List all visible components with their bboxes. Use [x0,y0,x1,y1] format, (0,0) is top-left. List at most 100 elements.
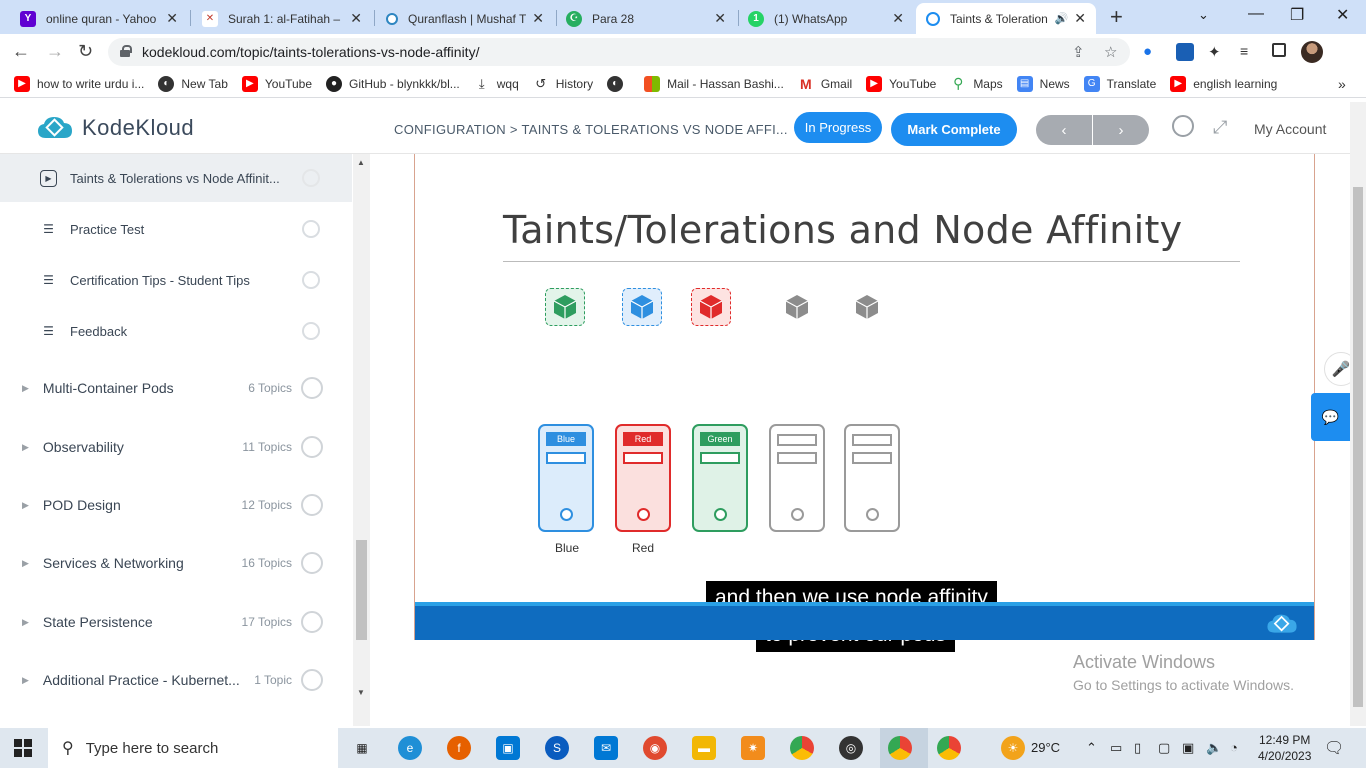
download-extension-icon[interactable] [1176,43,1194,61]
my-account-link[interactable]: My Account [1254,121,1326,137]
bookmark-item[interactable]: ▶ YouTube [241,75,312,92]
volume-icon[interactable]: 🔈 [1206,740,1222,756]
kodekloud-logo[interactable]: KodeKloud [36,114,194,142]
app-icon[interactable]: ◉ [643,736,667,760]
completion-circle[interactable] [302,322,320,340]
chat-icon[interactable]: 💬 [1311,393,1350,441]
fullscreen-icon[interactable]: ⤢ [1213,117,1227,138]
sidebar-scroll-thumb[interactable] [356,540,367,640]
more-bookmarks-icon[interactable]: » [1338,76,1346,92]
weather-icon[interactable]: ☀ [1001,736,1025,760]
tray-app-icon[interactable]: ▢ [1158,740,1170,756]
bookmark-item[interactable]: ▶ english learning [1170,75,1277,92]
profile-avatar[interactable] [1301,41,1323,63]
bookmark-item[interactable]: ↺ History [533,76,593,92]
lesson-item[interactable]: ☰ Practice Test [0,205,352,253]
forward-icon[interactable]: → [46,41,64,62]
taskbar-search-box[interactable]: ⚲ Type here to search [48,728,338,768]
sidebar-scrollbar[interactable]: ▲ ▼ [353,154,370,726]
skype-icon[interactable]: S [545,736,569,760]
section-item[interactable]: ▶ Multi-Container Pods 6 Topics [0,359,352,417]
camera-app-icon[interactable]: ◎ [839,736,863,760]
tab-search-icon[interactable]: ⌄ [1198,7,1209,23]
lesson-item[interactable]: ☰ Feedback [0,307,352,355]
tray-app-icon[interactable]: ▣ [1182,740,1194,756]
tab-para[interactable]: ☪ Para 28 ✕ [556,3,736,34]
tab-whatsapp[interactable]: 1 (1) WhatsApp ✕ [738,3,914,34]
bookmark-item[interactable]: ⤓ wqq [474,76,519,92]
section-item[interactable]: ▶ POD Design 12 Topics [0,476,352,534]
bookmark-item[interactable]: Mail - Hassan Bashi... [644,75,784,92]
reload-icon[interactable]: ↻ [78,41,93,62]
section-item[interactable]: ▶ Services & Networking 16 Topics [0,534,352,592]
dark-mode-icon[interactable] [1172,115,1194,137]
close-icon[interactable]: ✕ [892,10,904,27]
new-tab-button[interactable]: + [1110,4,1123,30]
weather-temperature[interactable]: 29°C [1031,740,1060,755]
close-icon[interactable]: ✕ [166,10,178,27]
bookmark-item[interactable]: ◐ New Tab [158,75,228,92]
breadcrumb[interactable]: CONFIGURATION > TAINTS & TOLERATIONS VS … [394,122,788,137]
back-icon[interactable]: ← [12,41,30,62]
tab-surah[interactable]: ✕ Surah 1: al-Fatihah – C ✕ [192,3,372,34]
bookmark-item[interactable]: M Gmail [798,76,852,92]
puzzle-icon[interactable]: ✦ [1208,43,1226,61]
bookmark-item[interactable]: ⚲ Maps [950,75,1002,92]
next-topic-button[interactable]: › [1093,115,1149,145]
file-explorer-icon[interactable]: ▬ [692,736,716,760]
page-scroll-thumb[interactable] [1353,187,1363,707]
close-icon[interactable]: ✕ [350,10,362,27]
close-icon[interactable]: ✕ [532,10,544,27]
scroll-up-icon[interactable]: ▲ [357,158,365,167]
reading-list-icon[interactable]: ≡ [1240,43,1258,61]
scroll-down-icon[interactable]: ▼ [357,688,365,697]
chrome-icon[interactable] [888,736,912,760]
tray-app-icon[interactable]: ▯ [1134,740,1141,756]
previous-topic-button[interactable]: ‹ [1036,115,1092,145]
windows-start-icon[interactable] [14,739,32,757]
tab-kodekloud[interactable]: Taints & Toleration 🔊 ✕ [916,3,1096,34]
page-scrollbar[interactable] [1350,102,1366,726]
tab-yahoo[interactable]: Y online quran - Yahoo S ✕ [10,3,188,34]
chrome-icon[interactable] [790,736,814,760]
bookmark-item[interactable]: ▶ YouTube [866,75,936,92]
lesson-item[interactable]: ▶ Taints & Tolerations vs Node Affinit..… [0,154,352,202]
side-panel-icon[interactable] [1272,43,1286,57]
speaker-icon[interactable]: 🔊 [1055,12,1069,25]
wifi-icon[interactable]: ◔ [1230,740,1238,755]
minimize-button[interactable]: — [1248,5,1264,23]
completion-circle[interactable] [302,271,320,289]
chrome-profile-icon[interactable] [937,736,961,760]
bookmark-item[interactable]: ▤ News [1016,75,1070,92]
restore-button[interactable]: ❐ [1290,5,1304,25]
mail-icon[interactable]: ✉ [594,736,618,760]
video-player[interactable]: Taints/Tolerations and Node Affinity Blu… [414,154,1315,652]
mark-complete-button[interactable]: Mark Complete [891,113,1017,146]
lesson-item[interactable]: ☰ Certification Tips - Student Tips [0,256,352,304]
tray-overflow-icon[interactable]: ⌃ [1086,740,1097,756]
close-window-button[interactable]: ✕ [1336,5,1349,25]
tab-quranflash[interactable]: Quranflash | Mushaf T ✕ [376,3,554,34]
close-icon[interactable]: ✕ [1074,10,1086,27]
microphone-extension-icon[interactable]: ● [1143,43,1161,61]
network-icon[interactable]: ▭ [1110,740,1122,756]
settings-app-icon[interactable]: ✷ [741,736,765,760]
bookmark-star-icon[interactable]: ☆ [1104,43,1117,61]
share-icon[interactable]: ⇪ [1072,43,1085,61]
completion-circle[interactable] [302,169,320,187]
section-item[interactable]: ▶ Observability 11 Topics [0,418,352,476]
task-view-icon[interactable]: ▦ [350,736,374,760]
firefox-icon[interactable]: f [447,736,471,760]
bookmark-item[interactable]: ▶ how to write urdu i... [14,75,144,92]
bookmark-item[interactable]: G Translate [1083,75,1156,92]
section-item[interactable]: ▶ State Persistence 17 Topics [0,593,352,651]
edge-icon[interactable]: e [398,736,422,760]
close-icon[interactable]: ✕ [714,10,726,27]
notification-icon[interactable]: 🗨 [1324,738,1344,758]
bookmark-item[interactable]: ◐ [607,75,630,92]
url-bar[interactable]: kodekloud.com/topic/taints-tolerations-v… [108,38,1130,66]
bookmark-item[interactable]: ● GitHub - blynkkk/bl... [326,75,460,92]
completion-circle[interactable] [302,220,320,238]
store-icon[interactable]: ▣ [496,736,520,760]
system-clock[interactable]: 12:49 PM 4/20/2023 [1258,732,1311,764]
